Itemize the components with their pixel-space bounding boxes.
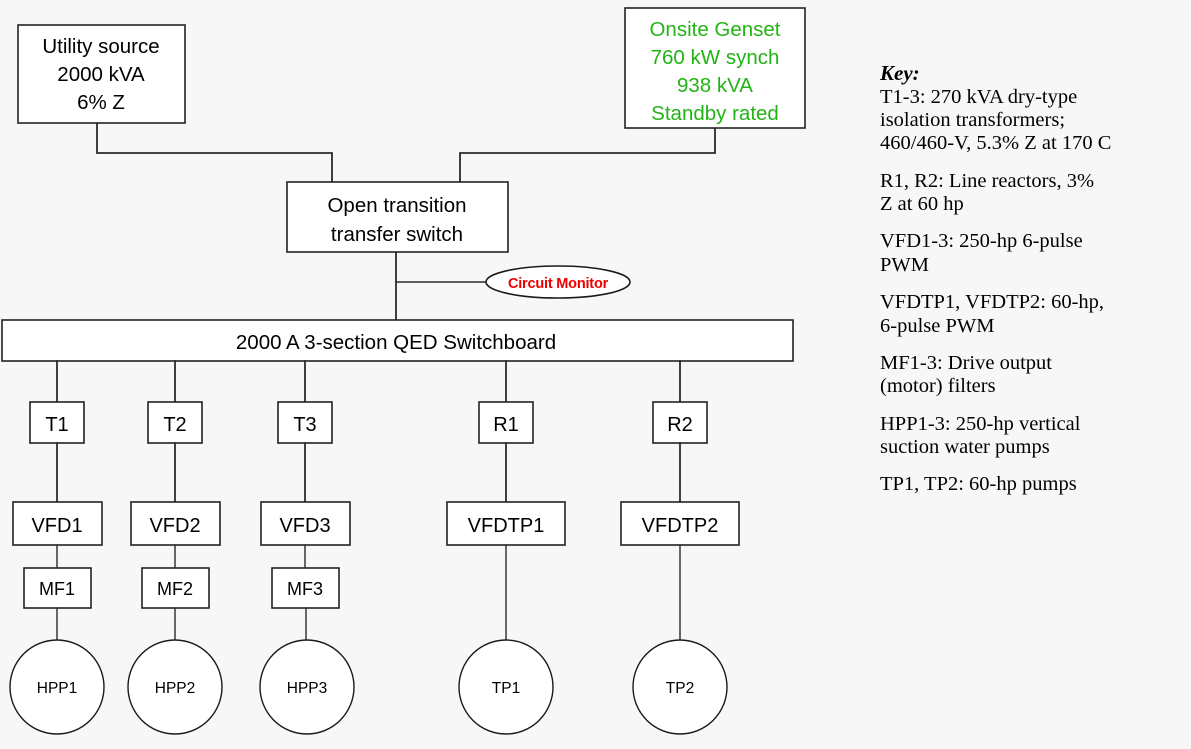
switchboard-node[interactable]: 2000 A 3-section QED Switchboard xyxy=(1,319,794,362)
device-label-r1: R1 xyxy=(493,414,519,436)
key-title: Key: xyxy=(880,61,920,85)
device-label-t1: T1 xyxy=(45,414,68,436)
utility-source-line3: 6% Z xyxy=(77,91,125,114)
key-entry-vfd: VFD1-3: 250-hp 6-pulse PWM xyxy=(880,230,1083,276)
feeder-column-2: T2 VFD2 MF2 HPP2 xyxy=(127,360,223,735)
genset-line4: Standby rated xyxy=(651,102,779,125)
one-line-diagram: Utility source 2000 kVA 6% Z Onsite Gens… xyxy=(0,0,1191,749)
key-entry-vfdtp: VFDTP1, VFDTP2: 60-hp, 6-pulse PWM xyxy=(880,291,1105,337)
drive-label-vfd1: VFD1 xyxy=(31,515,82,537)
filter-label-mf3: MF3 xyxy=(287,579,323,599)
circuit-monitor-label: Circuit Monitor xyxy=(508,276,609,292)
key-entry-hpp: HPP1-3: 250-hp vertical suction water pu… xyxy=(880,412,1081,458)
drive-label-vfdtp2: VFDTP2 xyxy=(642,515,719,537)
utility-source-line1: Utility source xyxy=(42,35,159,58)
device-label-t2: T2 xyxy=(163,414,186,436)
key-entry-reactors: R1, R2: Line reactors, 3% Z at 60 hp xyxy=(880,169,1095,216)
switchboard-label: 2000 A 3-section QED Switchboard xyxy=(236,331,556,354)
load-label-tp1: TP1 xyxy=(492,680,520,697)
genset-line2: 760 kW synch xyxy=(651,46,780,69)
genset-line3: 938 kVA xyxy=(677,74,753,97)
wire-utility-to-transfer-switch xyxy=(96,122,333,183)
transfer-switch-line2: transfer switch xyxy=(331,223,463,246)
key-entry-filters: MF1-3: Drive output (motor) filters xyxy=(880,351,1052,398)
feeder-column-4: R1 VFDTP1 TP1 xyxy=(446,360,566,735)
load-label-hpp1: HPP1 xyxy=(37,680,78,697)
feeder-column-3: T3 VFD3 MF3 HPP3 xyxy=(259,360,355,735)
genset-line1: Onsite Genset xyxy=(649,18,780,41)
transfer-switch-line1: Open transition xyxy=(327,194,466,217)
drive-label-vfd3: VFD3 xyxy=(279,515,330,537)
key-entry-tp: TP1, TP2: 60-hp pumps xyxy=(880,473,1077,496)
device-label-t3: T3 xyxy=(293,414,316,436)
filter-label-mf1: MF1 xyxy=(39,579,75,599)
key-entry-transformers: T1-3: 270 kVA dry-type isolation transfo… xyxy=(880,85,1112,155)
load-label-tp2: TP2 xyxy=(666,680,694,697)
load-label-hpp2: HPP2 xyxy=(155,680,196,697)
feeder-column-5: R2 VFDTP2 TP2 xyxy=(620,360,740,735)
transfer-switch-node[interactable]: Open transition transfer switch xyxy=(286,181,509,253)
onsite-genset-node[interactable]: Onsite Genset 760 kW synch 938 kVA Stand… xyxy=(624,7,806,129)
filter-label-mf2: MF2 xyxy=(157,579,193,599)
key-legend-panel: Key: T1-3: 270 kVA dry-type isolation tr… xyxy=(880,62,1191,511)
device-label-r2: R2 xyxy=(667,414,693,436)
utility-source-node[interactable]: Utility source 2000 kVA 6% Z xyxy=(17,24,186,124)
circuit-monitor-node[interactable]: Circuit Monitor xyxy=(485,265,631,299)
feeder-column-1: T1 VFD1 MF1 HPP1 xyxy=(9,360,105,735)
utility-source-line2: 2000 kVA xyxy=(57,63,145,86)
wire-genset-to-transfer-switch xyxy=(459,127,716,183)
drive-label-vfdtp1: VFDTP1 xyxy=(468,515,545,537)
load-label-hpp3: HPP3 xyxy=(287,680,328,697)
drive-label-vfd2: VFD2 xyxy=(149,515,200,537)
